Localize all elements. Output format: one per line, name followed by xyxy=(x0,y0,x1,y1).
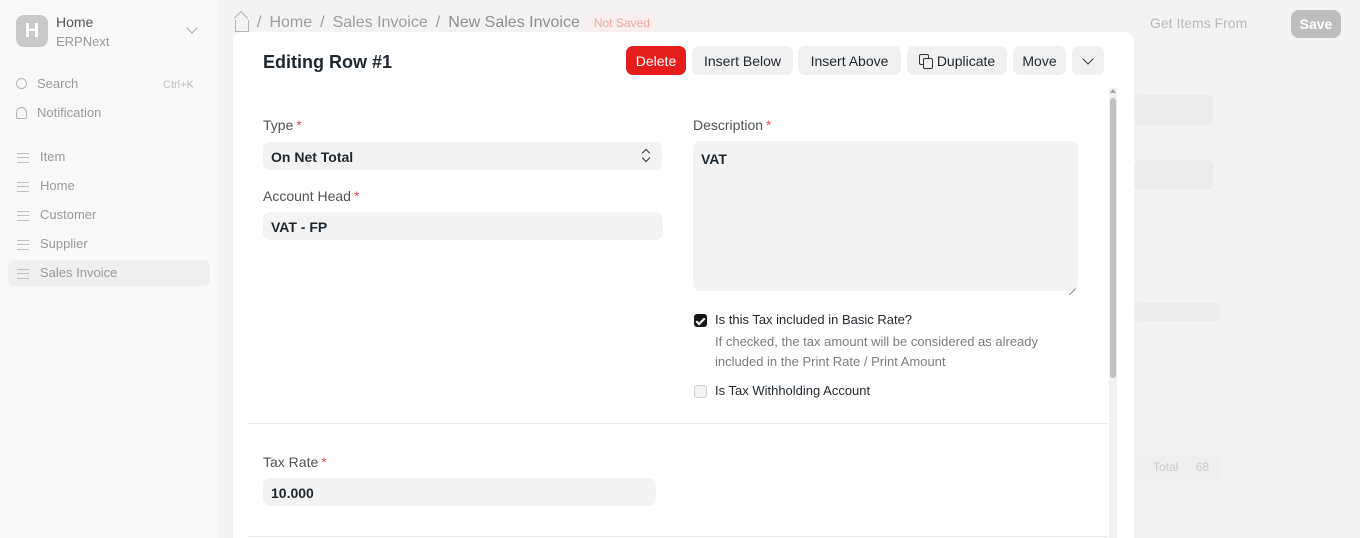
included-in-basic-rate-help: If checked, the tax amount will be consi… xyxy=(715,334,1039,369)
type-label: Type * xyxy=(263,117,302,133)
collapse-dialog-button[interactable] xyxy=(1072,46,1104,75)
description-textarea[interactable]: VAT xyxy=(693,141,1078,291)
list-icon xyxy=(16,150,30,164)
list-icon xyxy=(16,266,30,280)
get-items-from-button[interactable]: Get Items From xyxy=(1150,15,1247,31)
required-mark: * xyxy=(766,117,772,133)
total-label: Total xyxy=(1153,460,1179,474)
resize-handle-icon[interactable] xyxy=(1069,282,1076,289)
required-mark: * xyxy=(296,117,302,133)
background-field xyxy=(1134,95,1214,125)
sidebar-item-label: Supplier xyxy=(40,236,88,251)
background-field xyxy=(1134,160,1214,190)
section-divider xyxy=(248,536,1108,537)
account-head-label-text: Account Head xyxy=(263,188,351,204)
app-logo[interactable]: H xyxy=(16,15,48,47)
sidebar: H Home ERPNext Search Ctrl+K Notificatio… xyxy=(0,0,218,538)
withholding-account-checkbox[interactable] xyxy=(694,385,707,398)
search-icon xyxy=(16,78,27,89)
breadcrumb-separator: / xyxy=(320,14,325,31)
duplicate-label: Duplicate xyxy=(936,52,996,69)
description-label: Description * xyxy=(693,117,771,133)
duplicate-button[interactable]: Duplicate xyxy=(907,46,1007,75)
save-button[interactable]: Save xyxy=(1291,10,1341,38)
total-value: 68 xyxy=(1195,460,1210,474)
tax-rate-field[interactable]: 10.000 xyxy=(263,478,656,506)
account-head-label: Account Head * xyxy=(263,188,359,204)
account-head-field[interactable]: VAT - FP xyxy=(263,212,663,240)
chevron-down-icon xyxy=(1082,52,1094,65)
breadcrumb-home[interactable]: Home xyxy=(269,14,312,32)
app-title[interactable]: Home xyxy=(56,14,93,30)
breadcrumb: / Home / Sales Invoice / New Sales Invoi… xyxy=(235,14,656,32)
search-shortcut: Ctrl+K xyxy=(163,79,194,91)
sidebar-item-item[interactable]: Item xyxy=(16,149,65,164)
app-subtitle: ERPNext xyxy=(56,34,110,49)
delete-button[interactable]: Delete xyxy=(626,46,686,75)
sidebar-item-label: Home xyxy=(40,178,75,193)
sidebar-notification[interactable]: Notification xyxy=(16,105,101,120)
status-badge: Not Saved xyxy=(587,14,656,32)
background-field xyxy=(1134,303,1220,321)
withholding-account-label[interactable]: Is Tax Withholding Account xyxy=(715,383,870,398)
sidebar-item-label: Customer xyxy=(40,207,97,222)
breadcrumb-sales-invoice[interactable]: Sales Invoice xyxy=(333,14,428,32)
sidebar-search-label: Search xyxy=(37,76,79,91)
included-in-basic-rate-checkbox[interactable] xyxy=(694,314,707,327)
type-select-value: On Net Total xyxy=(271,149,354,165)
section-divider xyxy=(248,423,1108,424)
sidebar-item-sales-invoice[interactable]: Sales Invoice xyxy=(16,265,117,280)
bell-icon xyxy=(16,106,27,119)
tax-rate-label: Tax Rate * xyxy=(263,454,327,470)
breadcrumb-separator: / xyxy=(257,14,262,31)
description-value: VAT xyxy=(701,151,727,167)
sidebar-item-supplier[interactable]: Supplier xyxy=(16,236,88,251)
required-mark: * xyxy=(353,188,360,204)
edit-row-dialog: Editing Row #1 Delete Insert Below Inser… xyxy=(233,32,1134,538)
tax-rate-label-text: Tax Rate xyxy=(263,454,319,470)
list-icon xyxy=(16,208,30,222)
move-button[interactable]: Move xyxy=(1013,46,1066,75)
scrollbar-thumb[interactable] xyxy=(1110,98,1116,378)
scroll-up-arrow-icon[interactable] xyxy=(1110,89,1116,93)
breadcrumb-separator: / xyxy=(435,14,441,31)
type-label-text: Type xyxy=(263,117,294,133)
sidebar-item-label: Item xyxy=(40,149,66,164)
chevron-down-icon[interactable] xyxy=(186,22,198,34)
sidebar-item-home[interactable]: Home xyxy=(16,178,75,193)
select-arrows-icon xyxy=(642,149,650,163)
sidebar-item-label: Sales Invoice xyxy=(40,265,118,280)
background-total: Total 68 xyxy=(1153,460,1209,474)
home-icon[interactable] xyxy=(235,19,249,32)
page-title: New Sales Invoice xyxy=(448,14,580,31)
required-mark: * xyxy=(321,454,327,470)
sidebar-item-customer[interactable]: Customer xyxy=(16,207,96,222)
duplicate-icon xyxy=(918,54,933,69)
insert-below-button[interactable]: Insert Below xyxy=(692,46,793,75)
list-icon xyxy=(16,179,30,193)
sidebar-search[interactable]: Search xyxy=(16,76,78,91)
included-in-basic-rate-label[interactable]: Is this Tax included in Basic Rate? xyxy=(715,312,912,327)
type-select[interactable]: On Net Total xyxy=(263,142,662,170)
dialog-title: Editing Row #1 xyxy=(263,52,393,72)
list-icon xyxy=(16,237,30,251)
insert-above-button[interactable]: Insert Above xyxy=(798,46,901,75)
description-label-text: Description xyxy=(693,117,764,133)
sidebar-notification-label: Notification xyxy=(37,105,102,120)
